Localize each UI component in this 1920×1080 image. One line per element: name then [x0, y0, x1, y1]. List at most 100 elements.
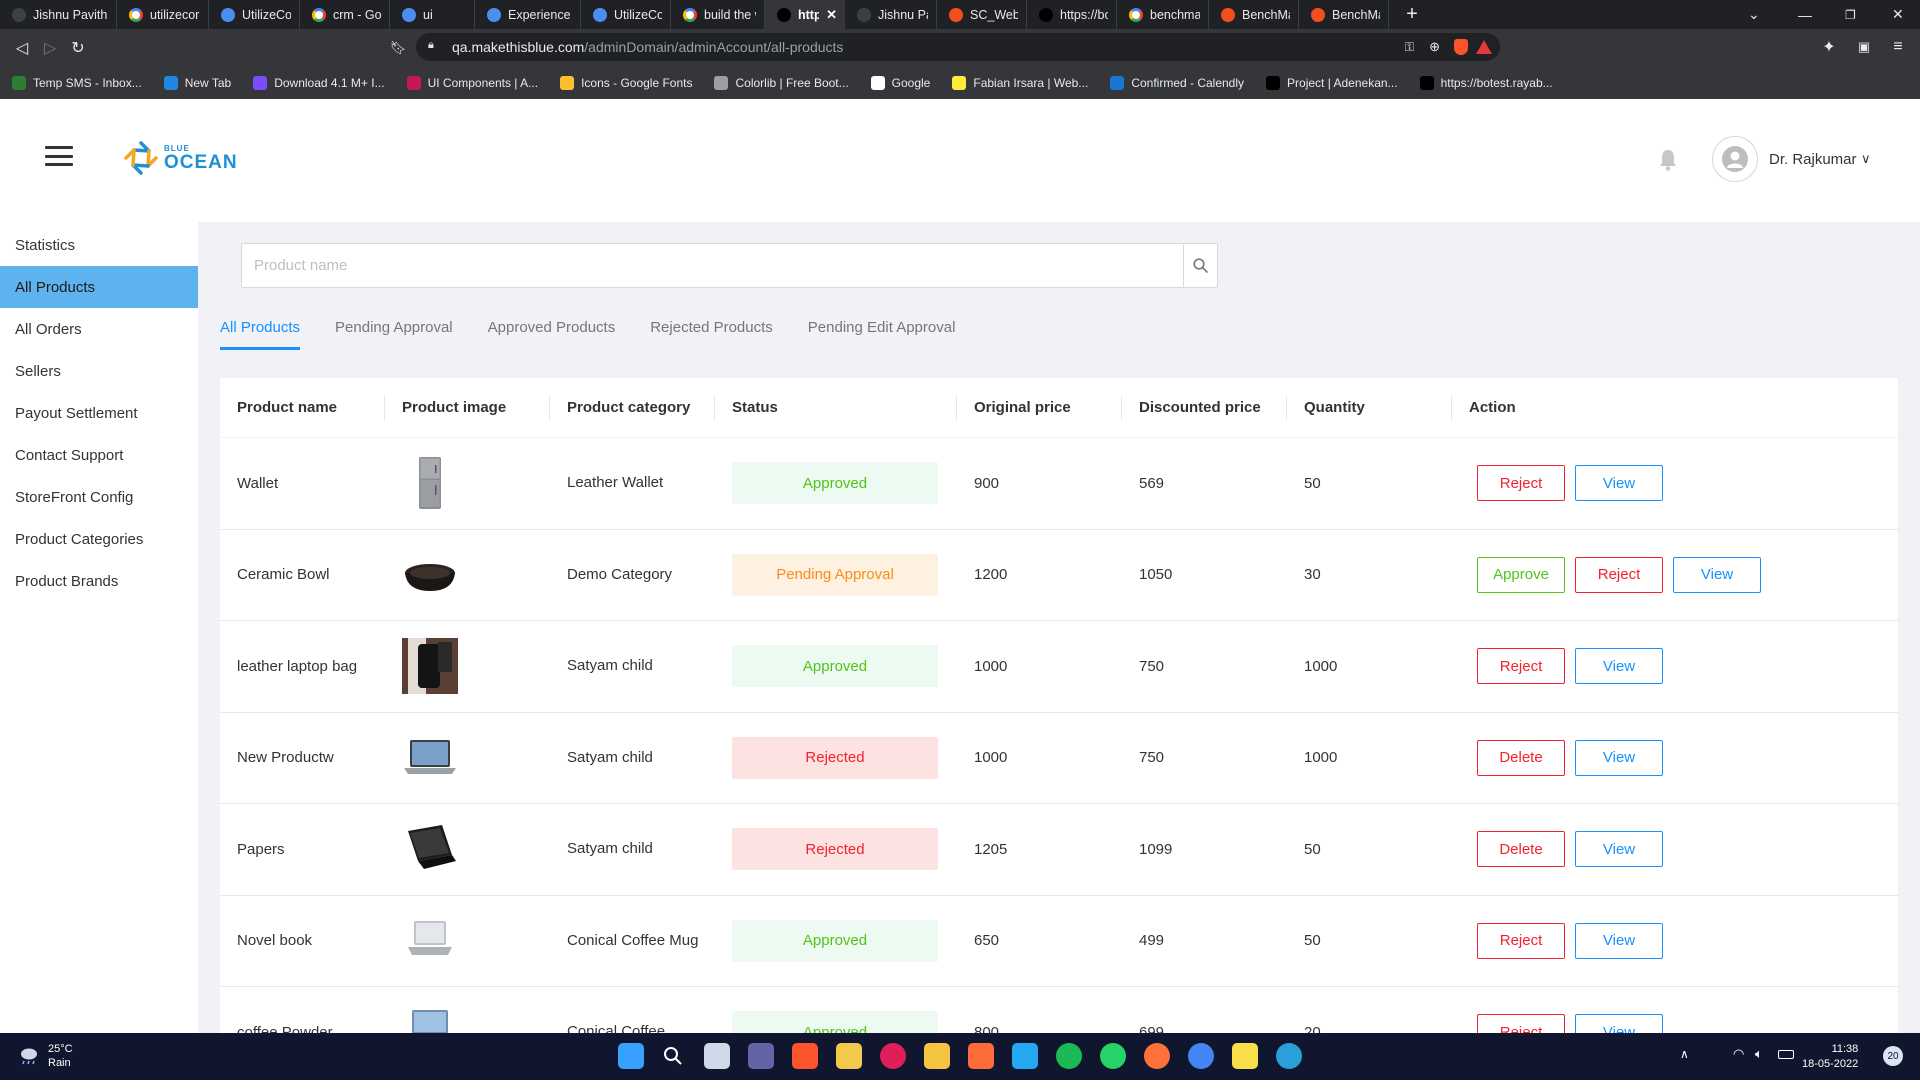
- sticky-notes-icon[interactable]: [1232, 1043, 1258, 1069]
- product-search-input[interactable]: [242, 244, 1183, 287]
- wallet-icon[interactable]: ▣: [1850, 33, 1878, 61]
- user-menu-chevron-icon[interactable]: ∨: [1861, 151, 1871, 167]
- laptop-dark-image[interactable]: [402, 821, 458, 877]
- bookmark-item[interactable]: Project | Adenekan...: [1266, 75, 1398, 90]
- system-tray-chevron-icon[interactable]: ∧: [1680, 1047, 1689, 1061]
- sidebar-item-product-categories[interactable]: Product Categories: [0, 518, 198, 560]
- bookmark-item[interactable]: UI Components | A...: [406, 75, 538, 90]
- tab-search-icon[interactable]: ⌄: [1748, 0, 1760, 29]
- search-icon[interactable]: [660, 1043, 686, 1069]
- view-button[interactable]: View: [1575, 739, 1663, 776]
- sidebar-item-all-products[interactable]: All Products: [0, 266, 198, 308]
- fridge-image[interactable]: [402, 455, 458, 511]
- user-name[interactable]: Dr. Rajkumar: [1769, 151, 1857, 168]
- forward-icon[interactable]: ▷: [36, 34, 64, 62]
- browser-tab[interactable]: benchmark - G: [1117, 0, 1209, 29]
- whatsapp-icon[interactable]: [1100, 1043, 1126, 1069]
- browser-tab[interactable]: ui: [390, 0, 475, 29]
- view-button[interactable]: View: [1575, 465, 1663, 502]
- chrome-icon[interactable]: [1188, 1043, 1214, 1069]
- bookmark-item[interactable]: Google: [870, 75, 930, 90]
- browser-tab[interactable]: utilizecore - G: [117, 0, 209, 29]
- approve-button[interactable]: Approve: [1477, 556, 1565, 593]
- user-avatar[interactable]: [1712, 136, 1758, 182]
- browser-tab[interactable]: SC_Website_D: [937, 0, 1027, 29]
- vscode-icon[interactable]: [1012, 1043, 1038, 1069]
- bowl-image[interactable]: [402, 547, 458, 603]
- laptop-image[interactable]: [402, 730, 458, 786]
- sidebar-item-payout-settlement[interactable]: Payout Settlement: [0, 392, 198, 434]
- bookmark-item[interactable]: New Tab: [163, 75, 231, 90]
- microsoft-store-icon[interactable]: [836, 1043, 862, 1069]
- sidebar-item-contact-support[interactable]: Contact Support: [0, 434, 198, 476]
- file-explorer-icon[interactable]: [924, 1043, 950, 1069]
- weather-widget[interactable]: 25°C Rain: [18, 1042, 73, 1070]
- bookmark-icon[interactable]: 🔖︎: [384, 34, 412, 62]
- tab-all-products[interactable]: All Products: [220, 305, 301, 350]
- telegram-icon[interactable]: [1276, 1043, 1302, 1069]
- brave-rewards-icon[interactable]: [1476, 40, 1492, 54]
- slack-icon[interactable]: [880, 1043, 906, 1069]
- notification-badge[interactable]: 20: [1883, 1046, 1903, 1066]
- hamburger-menu-icon[interactable]: [45, 146, 73, 166]
- reject-button[interactable]: Reject: [1477, 922, 1565, 959]
- battery-icon[interactable]: [1778, 1050, 1794, 1059]
- view-button[interactable]: View: [1673, 556, 1761, 593]
- postman-icon[interactable]: [968, 1043, 994, 1069]
- firefox-icon[interactable]: [1144, 1043, 1170, 1069]
- sidebar-item-storefront-config[interactable]: StoreFront Config: [0, 476, 198, 518]
- reload-icon[interactable]: ↻: [64, 34, 92, 62]
- reject-button[interactable]: Reject: [1477, 1014, 1565, 1033]
- spotify-icon[interactable]: [1056, 1043, 1082, 1069]
- delete-button[interactable]: Delete: [1477, 739, 1565, 776]
- windows-start-icon[interactable]: [618, 1043, 644, 1069]
- brave-icon[interactable]: [792, 1043, 818, 1069]
- new-tab-icon[interactable]: +: [1399, 3, 1425, 26]
- bookmark-item[interactable]: Colorlib | Free Boot...: [714, 75, 849, 90]
- browser-tab[interactable]: UtilizeCore Sa: [209, 0, 300, 29]
- minimize-icon[interactable]: —: [1798, 0, 1812, 29]
- sidebar-item-sellers[interactable]: Sellers: [0, 350, 198, 392]
- monitor-image[interactable]: [402, 1004, 458, 1033]
- view-button[interactable]: View: [1575, 922, 1663, 959]
- tab-rejected-products[interactable]: Rejected Products: [650, 305, 773, 350]
- task-view-icon[interactable]: [704, 1043, 730, 1069]
- notification-bell-icon[interactable]: [1659, 149, 1677, 171]
- key-icon[interactable]: ⚿: [1405, 40, 1414, 55]
- view-button[interactable]: View: [1575, 648, 1663, 685]
- zoom-icon[interactable]: ⊕: [1429, 39, 1440, 55]
- teams-chat-icon[interactable]: [748, 1043, 774, 1069]
- sidebar-item-all-orders[interactable]: All Orders: [0, 308, 198, 350]
- extensions-icon[interactable]: ✦: [1815, 33, 1843, 61]
- view-button[interactable]: View: [1575, 1014, 1663, 1033]
- laptop-silver-image[interactable]: [402, 913, 458, 969]
- bookmark-item[interactable]: Temp SMS - Inbox...: [12, 75, 142, 90]
- bookmark-item[interactable]: https://botest.rayab...: [1419, 75, 1553, 90]
- backpack-image[interactable]: [402, 638, 458, 695]
- reject-button[interactable]: Reject: [1575, 556, 1663, 593]
- wifi-icon[interactable]: ◠: [1733, 1046, 1744, 1062]
- browser-tab[interactable]: UtilizeCore Sa: [581, 0, 671, 29]
- reject-button[interactable]: Reject: [1477, 648, 1565, 685]
- browser-tab[interactable]: crm - Google: [300, 0, 390, 29]
- browser-tab[interactable]: BenchMark –: [1209, 0, 1299, 29]
- tab-pending-edit-approval[interactable]: Pending Edit Approval: [808, 305, 956, 350]
- sidebar-item-statistics[interactable]: Statistics: [0, 224, 198, 266]
- browser-tab[interactable]: Experience : C: [475, 0, 581, 29]
- address-bar[interactable]: 🔒︎ qa.makethisblue.com/adminDomain/admin…: [416, 33, 1500, 61]
- close-tab-icon[interactable]: ✕: [826, 7, 837, 23]
- bookmark-item[interactable]: Confirmed - Calendly: [1110, 75, 1244, 90]
- bookmark-item[interactable]: Fabian Irsara | Web...: [952, 75, 1088, 90]
- close-window-icon[interactable]: ✕: [1892, 0, 1904, 29]
- volume-icon[interactable]: 🔈︎: [1755, 1046, 1763, 1062]
- browser-tab[interactable]: BenchMark –: [1299, 0, 1389, 29]
- browser-tab[interactable]: build the web: [671, 0, 765, 29]
- browser-tab[interactable]: Jishnu Pavithr: [845, 0, 937, 29]
- search-button[interactable]: [1183, 244, 1217, 287]
- menu-icon[interactable]: ≡: [1884, 33, 1912, 61]
- view-button[interactable]: View: [1575, 831, 1663, 868]
- browser-tab[interactable]: https://qa ✕: [765, 0, 845, 29]
- bookmark-item[interactable]: Download 4.1 M+ I...: [253, 75, 385, 90]
- browser-tab[interactable]: https://botest: [1027, 0, 1117, 29]
- clock[interactable]: 11:38 18-05-2022: [1802, 1042, 1858, 1072]
